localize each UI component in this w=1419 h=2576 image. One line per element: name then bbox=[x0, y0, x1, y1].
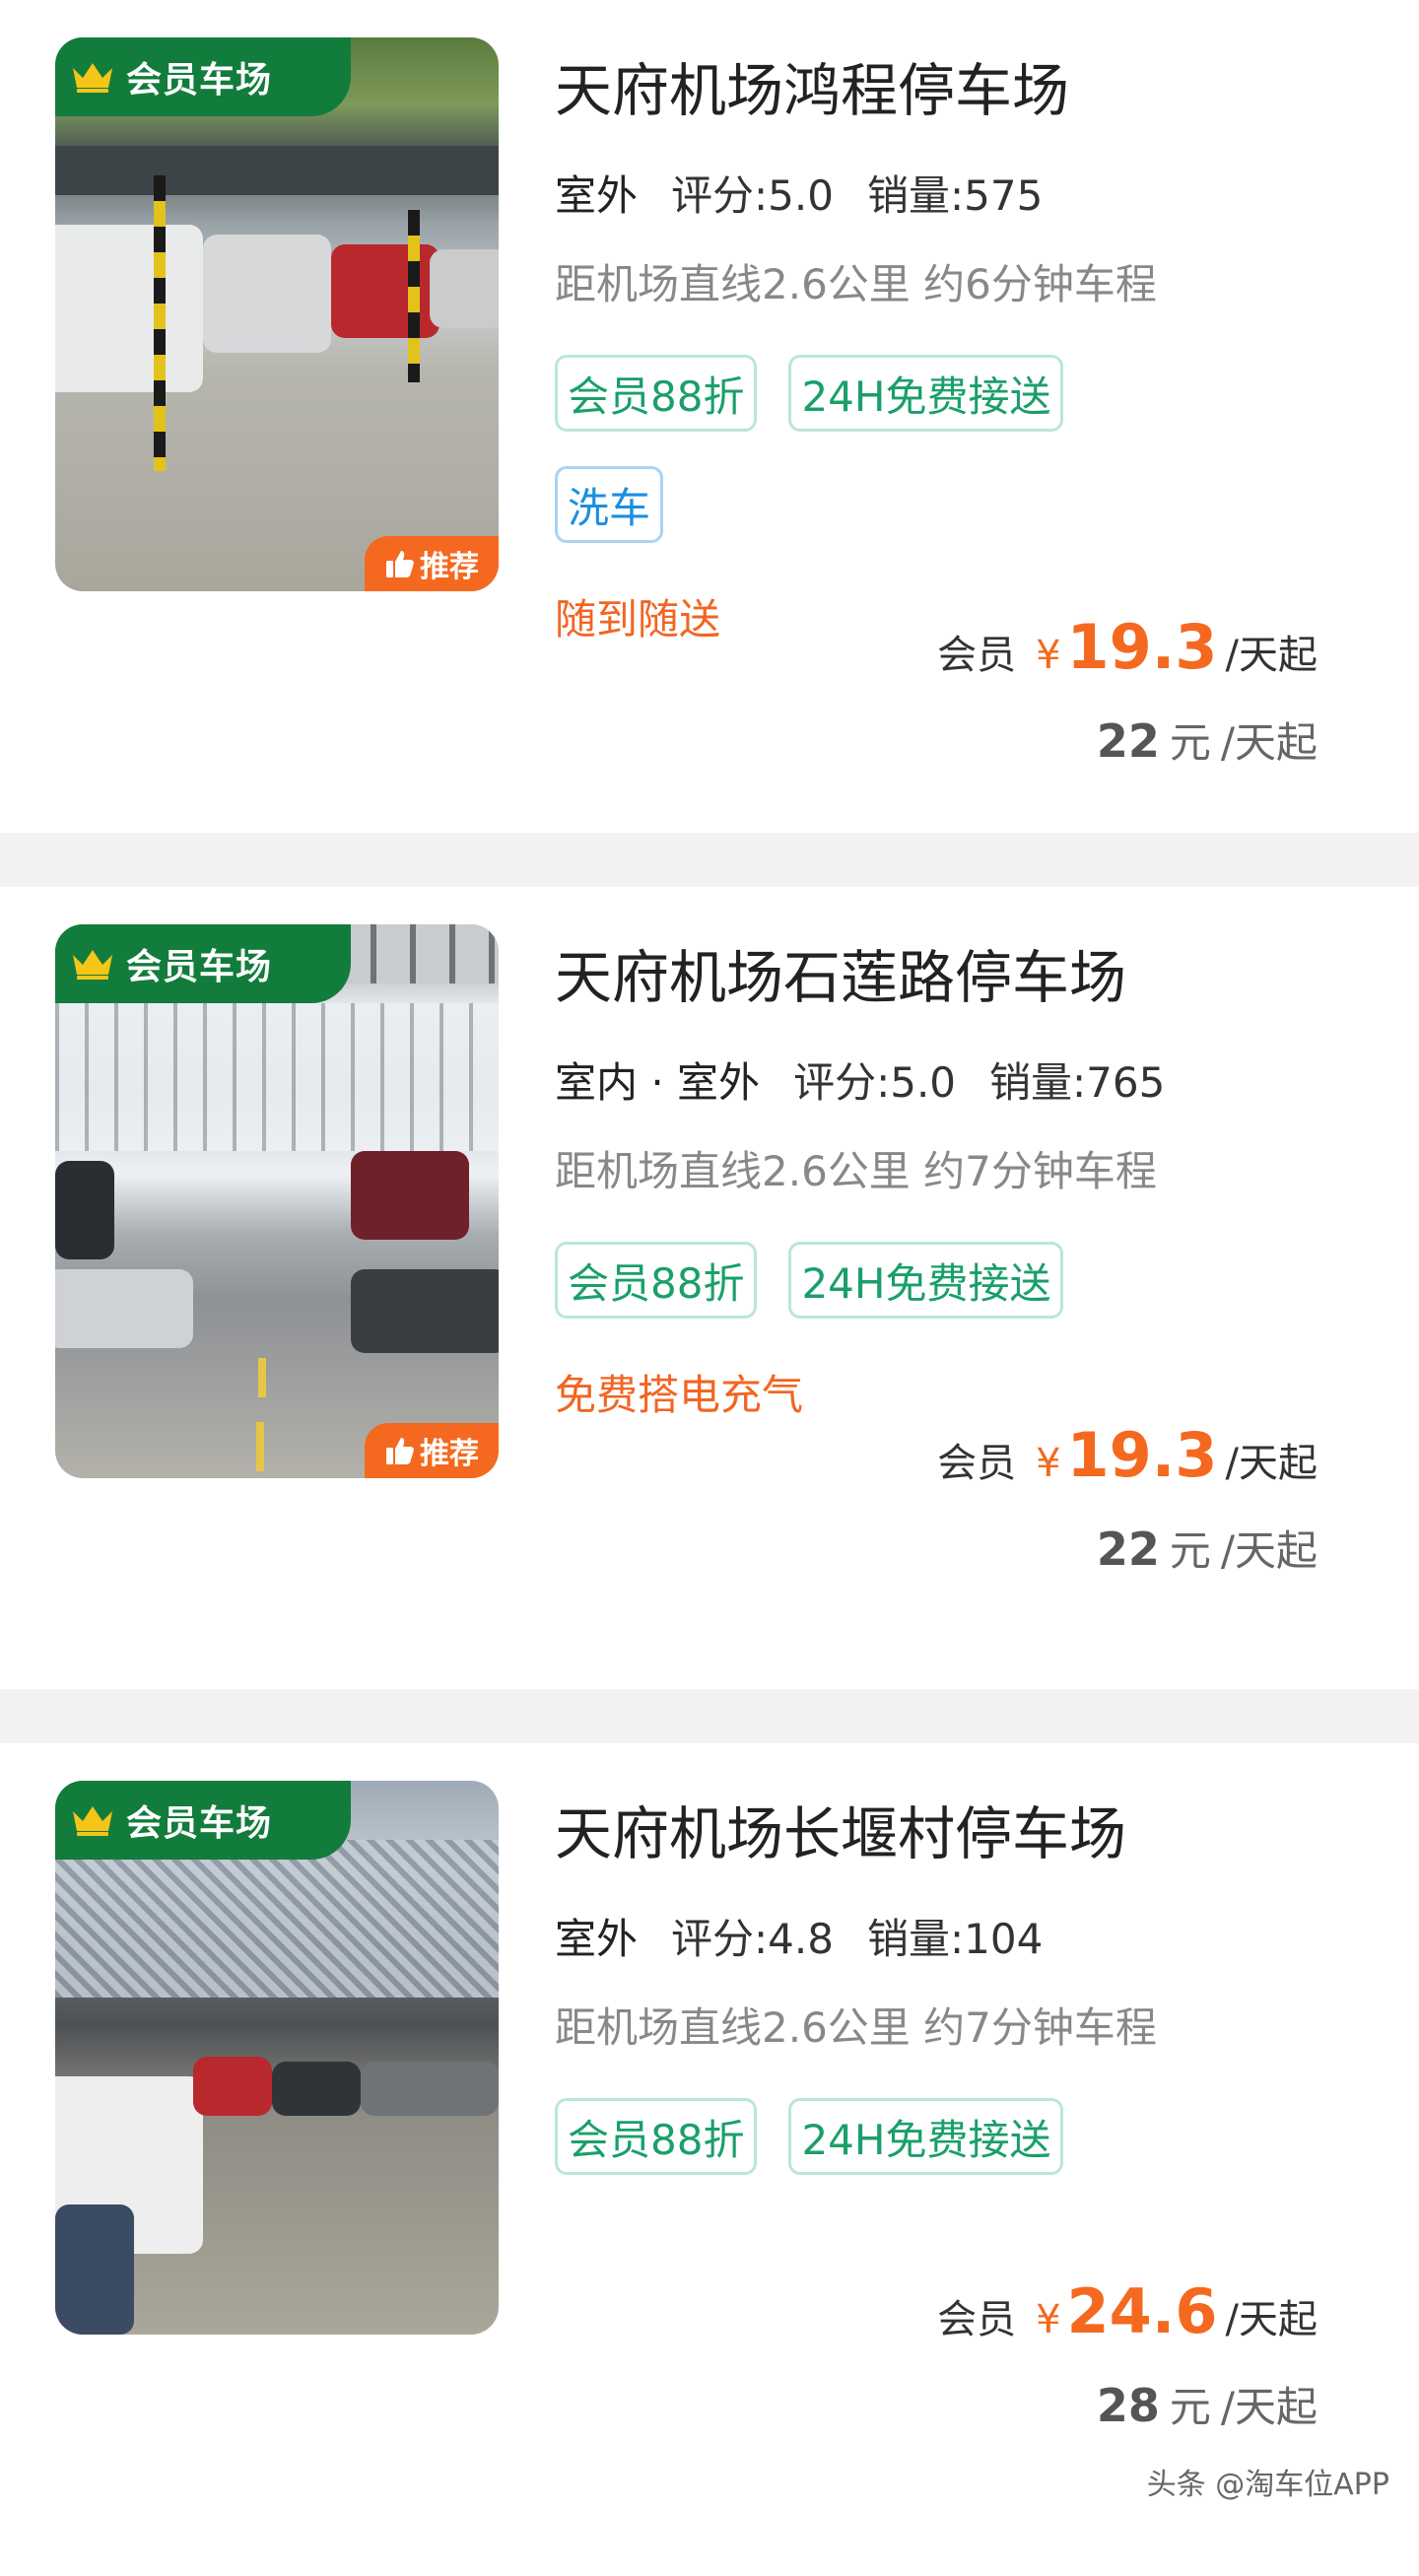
sales-value: 104 bbox=[964, 1915, 1044, 1963]
thumbs-up-icon bbox=[386, 1438, 414, 1464]
promo-text: 随到随送 bbox=[555, 595, 721, 644]
original-price-suffix: /天起 bbox=[1220, 2383, 1318, 2431]
original-price-unit: 元 bbox=[1169, 2383, 1211, 2431]
currency-symbol: ¥ bbox=[1036, 2297, 1061, 2342]
lot-name[interactable]: 天府机场鸿程停车场 bbox=[555, 44, 1069, 127]
member-label: 会员 bbox=[937, 633, 1017, 678]
rating-value: 4.8 bbox=[768, 1915, 834, 1963]
distance-text: 距机场直线2.6公里 约6分钟车程 bbox=[555, 260, 1157, 308]
recommend-label: 推荐 bbox=[420, 550, 479, 584]
price-unit: /天起 bbox=[1225, 2297, 1318, 2342]
tag-member-discount: 会员88折 bbox=[555, 1242, 758, 1319]
member-label: 会员 bbox=[937, 2297, 1017, 2342]
vip-lot-badge: 会员车场 bbox=[55, 37, 351, 116]
rating-value: 5.0 bbox=[768, 171, 834, 220]
lot-photo bbox=[55, 1781, 499, 2335]
rating-label: 评分: bbox=[671, 1915, 769, 1963]
tag-free-shuttle: 24H免费接送 bbox=[788, 2098, 1064, 2175]
thumbs-up-icon bbox=[386, 551, 414, 577]
location-type: 室内 · 室外 bbox=[555, 1050, 761, 1116]
currency-symbol: ¥ bbox=[1036, 633, 1061, 678]
lot-name[interactable]: 天府机场石莲路停车场 bbox=[555, 931, 1126, 1014]
original-price: 22 bbox=[1096, 1523, 1160, 1576]
crown-icon bbox=[73, 63, 112, 93]
sales-value: 765 bbox=[1086, 1058, 1166, 1107]
distance-text: 距机场直线2.6公里 约7分钟车程 bbox=[555, 2003, 1157, 2052]
lot-meta: 室内 · 室外 评分:5.0 销量:765 bbox=[555, 1050, 1166, 1116]
member-price: 24.6 bbox=[1066, 2275, 1218, 2347]
sales-label: 销量: bbox=[866, 1915, 965, 1963]
original-price-suffix: /天起 bbox=[1220, 1526, 1318, 1575]
lot-meta: 室外 评分:5.0 销量:575 bbox=[555, 163, 1044, 229]
promo-text: 免费搭电充气 bbox=[555, 1371, 804, 1419]
rating-label: 评分: bbox=[671, 171, 769, 220]
sales-value: 575 bbox=[964, 171, 1044, 220]
crown-icon bbox=[73, 950, 112, 980]
member-price: 19.3 bbox=[1066, 611, 1218, 683]
sales-label: 销量: bbox=[866, 171, 965, 220]
member-label: 会员 bbox=[937, 1441, 1017, 1486]
original-price-row: 22 元 /天起 bbox=[1097, 1518, 1318, 1578]
original-price-unit: 元 bbox=[1169, 718, 1211, 767]
price-unit: /天起 bbox=[1225, 633, 1318, 678]
lot-thumbnail[interactable]: 会员车场 bbox=[55, 1781, 499, 2335]
rating-value: 5.0 bbox=[890, 1058, 957, 1107]
service-tags: 会员88折 24H免费接送 bbox=[555, 2098, 1064, 2175]
currency-symbol: ¥ bbox=[1036, 1441, 1061, 1486]
card-separator bbox=[0, 833, 1419, 887]
parking-lot-card[interactable]: 会员车场 推荐 天府机场鸿程停车场 室外 评分:5.0 销量:575 距机场直线2.… bbox=[0, 0, 1419, 833]
vip-badge-label: 会员车场 bbox=[126, 60, 273, 101]
distance-text: 距机场直线2.6公里 约7分钟车程 bbox=[555, 1147, 1157, 1195]
sales-label: 销量: bbox=[989, 1058, 1087, 1107]
parking-lot-list: 会员车场 推荐 天府机场鸿程停车场 室外 评分:5.0 销量:575 距机场直线2.… bbox=[0, 0, 1419, 2576]
recommend-badge: 推荐 bbox=[365, 536, 499, 591]
tag-member-discount: 会员88折 bbox=[555, 355, 758, 432]
original-price-suffix: /天起 bbox=[1220, 718, 1318, 767]
vip-lot-badge: 会员车场 bbox=[55, 924, 351, 1003]
card-separator bbox=[0, 1689, 1419, 1743]
lot-thumbnail[interactable]: 会员车场 推荐 bbox=[55, 924, 499, 1478]
tag-member-discount: 会员88折 bbox=[555, 2098, 758, 2175]
lot-name[interactable]: 天府机场长堰村停车场 bbox=[555, 1788, 1126, 1870]
vip-lot-badge: 会员车场 bbox=[55, 1781, 351, 1860]
original-price-unit: 元 bbox=[1169, 1526, 1211, 1575]
service-tags: 会员88折 24H免费接送 bbox=[555, 355, 1064, 432]
tag-free-shuttle: 24H免费接送 bbox=[788, 355, 1064, 432]
price-unit: /天起 bbox=[1225, 1441, 1318, 1486]
tag-car-wash: 洗车 bbox=[555, 466, 664, 543]
service-tags: 会员88折 24H免费接送 bbox=[555, 1242, 1064, 1319]
original-price-row: 28 元 /天起 bbox=[1097, 2374, 1318, 2434]
location-type: 室外 bbox=[555, 1906, 639, 1972]
lot-photo bbox=[55, 37, 499, 591]
original-price: 22 bbox=[1096, 714, 1160, 768]
parking-lot-card[interactable]: 会员车场 天府机场长堰村停车场 室外 评分:4.8 销量:104 距机场直线2.6公… bbox=[0, 1743, 1419, 2576]
vip-badge-label: 会员车场 bbox=[126, 1803, 273, 1844]
member-price-row: 会员 ¥ 19.3 /天起 bbox=[937, 611, 1318, 683]
member-price: 19.3 bbox=[1066, 1419, 1218, 1491]
rating-label: 评分: bbox=[793, 1058, 891, 1107]
tag-free-shuttle: 24H免费接送 bbox=[788, 1242, 1064, 1319]
original-price-row: 22 元 /天起 bbox=[1097, 710, 1318, 770]
recommend-label: 推荐 bbox=[420, 1437, 479, 1471]
location-type: 室外 bbox=[555, 163, 639, 229]
crown-icon bbox=[73, 1806, 112, 1836]
member-price-row: 会员 ¥ 24.6 /天起 bbox=[937, 2275, 1318, 2347]
extra-tags: 洗车 bbox=[555, 466, 664, 543]
member-price-row: 会员 ¥ 19.3 /天起 bbox=[937, 1419, 1318, 1491]
recommend-badge: 推荐 bbox=[365, 1423, 499, 1478]
original-price: 28 bbox=[1096, 2379, 1160, 2432]
vip-badge-label: 会员车场 bbox=[126, 947, 273, 987]
lot-thumbnail[interactable]: 会员车场 推荐 bbox=[55, 37, 499, 591]
watermark: 头条 @淘车位APP bbox=[1146, 2468, 1389, 2502]
lot-photo bbox=[55, 924, 499, 1478]
parking-lot-card[interactable]: 会员车场 推荐 天府机场石莲路停车场 室内 · 室外 评分:5.0 销量:765 距… bbox=[0, 887, 1419, 1689]
lot-meta: 室外 评分:4.8 销量:104 bbox=[555, 1906, 1044, 1972]
